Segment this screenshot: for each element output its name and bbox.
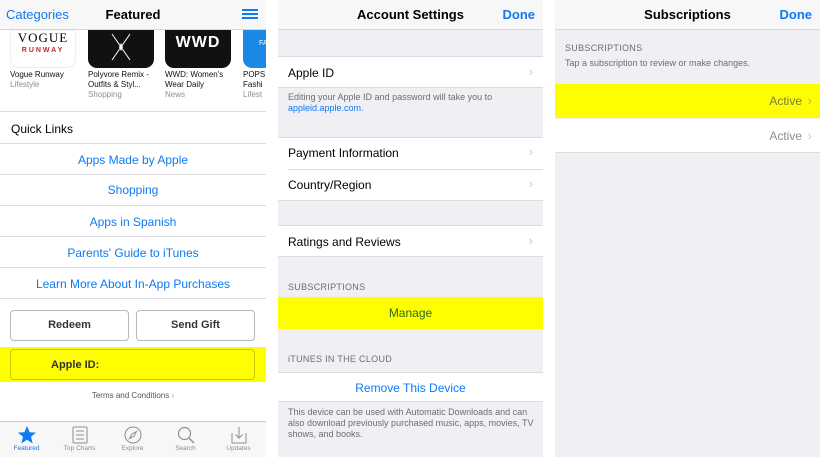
manage-subscriptions-button[interactable]: Manage — [278, 297, 543, 329]
featured-nav-bar: Categories Featured — [0, 0, 266, 30]
list-numbered-icon — [72, 426, 87, 444]
apple-id-button[interactable]: Apple ID: — [10, 349, 255, 380]
quick-links-title: Quick Links — [11, 122, 74, 136]
cloud-footnote: This device can be used with Automatic D… — [288, 407, 534, 439]
country-region-cell[interactable]: Country/Region › — [278, 170, 543, 201]
separator — [0, 143, 266, 144]
apple-id-label: Apple ID — [288, 66, 335, 80]
appleid-link[interactable]: appleid.apple.com. — [288, 103, 492, 114]
star-icon — [17, 426, 36, 444]
apple-id-cell[interactable]: Apple ID › — [278, 56, 543, 88]
terms-link[interactable]: Terms and Conditions › — [0, 391, 266, 400]
app-category: Lifest — [243, 90, 263, 99]
featured-title: Featured — [105, 7, 161, 22]
app-category: News — [165, 90, 186, 99]
featured-screen: Categories Featured VOGUE RUNWAY Vogue R… — [0, 0, 266, 457]
subscription-row[interactable]: Active › — [555, 119, 820, 153]
link-apps-in-spanish[interactable]: Apps in Spanish — [0, 215, 266, 229]
app-name: Vogue Runway — [10, 70, 64, 79]
redeem-button[interactable]: Redeem — [10, 310, 129, 341]
send-gift-button[interactable]: Send Gift — [136, 310, 255, 341]
chevron-right-icon: › — [169, 391, 175, 400]
done-button[interactable]: Done — [503, 7, 536, 22]
polyvore-icon — [88, 30, 154, 68]
compass-icon — [124, 426, 141, 444]
tab-label: Explore — [121, 445, 144, 452]
vogue-runway-icon: VOGUE RUNWAY — [10, 30, 76, 68]
separator — [0, 174, 266, 175]
app-name: Polyvore Remix - Outfits & Styl... — [88, 70, 149, 89]
link-in-app-purchases[interactable]: Learn More About In-App Purchases — [0, 277, 266, 291]
subscriptions-section-header: SUBSCRIPTIONS — [565, 43, 643, 53]
chevron-right-icon: › — [528, 144, 533, 159]
subscriptions-section-header: SUBSCRIPTIONS — [288, 282, 366, 292]
subscriptions-subheader: Tap a subscription to review or make cha… — [565, 58, 751, 68]
search-icon — [177, 426, 194, 444]
subscriptions-nav-bar: Subscriptions Done — [555, 0, 820, 30]
apple-id-footnote: Editing your Apple ID and password will … — [288, 92, 492, 114]
tab-updates[interactable]: Updates — [212, 425, 265, 452]
tab-label: Search — [175, 445, 196, 452]
apps-row: VOGUE RUNWAY Vogue Runway Lifestyle Poly… — [0, 30, 266, 102]
tab-top-charts[interactable]: Top Charts — [53, 425, 106, 452]
app-polyvore[interactable]: Polyvore Remix - Outfits & Styl... Shopp… — [88, 30, 158, 100]
ratings-reviews-label: Ratings and Reviews — [288, 235, 401, 249]
tab-featured[interactable]: Featured — [0, 425, 53, 452]
tab-label: Featured — [13, 445, 40, 452]
app-vogue-runway[interactable]: VOGUE RUNWAY Vogue Runway Lifestyle — [10, 30, 80, 90]
tab-bar: Featured Top Charts Explore Search Updat… — [0, 421, 266, 457]
link-apps-made-by-apple[interactable]: Apps Made by Apple — [0, 153, 266, 167]
tab-explore[interactable]: Explore — [106, 425, 159, 452]
app-pops[interactable]: FA POPS Fashi Lifest — [243, 30, 266, 100]
account-settings-screen: Account Settings Done Apple ID › Editing… — [278, 0, 543, 457]
tab-search[interactable]: Search — [159, 425, 212, 452]
apple-id-note-text: Editing your Apple ID and password will … — [288, 92, 493, 102]
chevron-right-icon: › — [807, 93, 812, 108]
ratings-reviews-cell[interactable]: Ratings and Reviews › — [278, 225, 543, 257]
link-shopping[interactable]: Shopping — [0, 183, 266, 197]
separator — [0, 236, 266, 237]
app-category: Lifestyle — [10, 80, 40, 89]
tab-label: Top Charts — [63, 445, 96, 452]
subscription-status: Active — [769, 94, 802, 108]
runway-logo-text: RUNWAY — [21, 47, 65, 54]
download-tray-icon — [231, 427, 246, 444]
separator — [0, 267, 266, 268]
terms-label: Terms and Conditions — [91, 391, 170, 400]
payment-information-label: Payment Information — [288, 146, 399, 160]
country-region-label: Country/Region — [288, 178, 372, 192]
app-wwd[interactable]: WWD WWD: Women's Wear Daily News — [165, 30, 235, 100]
payment-information-cell[interactable]: Payment Information › — [278, 138, 543, 169]
subscription-status: Active — [769, 129, 802, 143]
separator — [0, 298, 266, 299]
subscription-row[interactable]: Active › — [555, 84, 820, 118]
account-settings-nav-bar: Account Settings Done — [278, 0, 543, 30]
done-button[interactable]: Done — [780, 7, 813, 22]
link-parents-guide[interactable]: Parents' Guide to iTunes — [0, 246, 266, 260]
chevron-right-icon: › — [528, 176, 533, 191]
panel-divider — [266, 0, 278, 457]
app-category: Shopping — [88, 90, 122, 99]
chevron-right-icon: › — [528, 233, 533, 248]
list-icon[interactable] — [242, 9, 258, 20]
wwd-icon: WWD — [165, 30, 231, 68]
pops-icon: FA — [243, 30, 266, 68]
subscriptions-screen: Subscriptions Done SUBSCRIPTIONS Tap a s… — [555, 0, 820, 457]
app-name: POPS Fashi — [243, 70, 266, 89]
separator — [0, 111, 266, 112]
itunes-cloud-section-header: iTUNES IN THE CLOUD — [288, 354, 393, 364]
chevron-right-icon: › — [528, 64, 533, 79]
separator — [0, 205, 266, 206]
vogue-logo-text: VOGUE — [17, 30, 69, 45]
payment-country-group: Payment Information › Country/Region › — [278, 137, 543, 201]
app-name: WWD: Women's Wear Daily — [165, 70, 224, 89]
panel-divider — [543, 0, 555, 457]
tab-label: Updates — [226, 445, 251, 452]
remove-device-button[interactable]: Remove This Device — [278, 372, 543, 402]
chevron-right-icon: › — [807, 128, 812, 143]
